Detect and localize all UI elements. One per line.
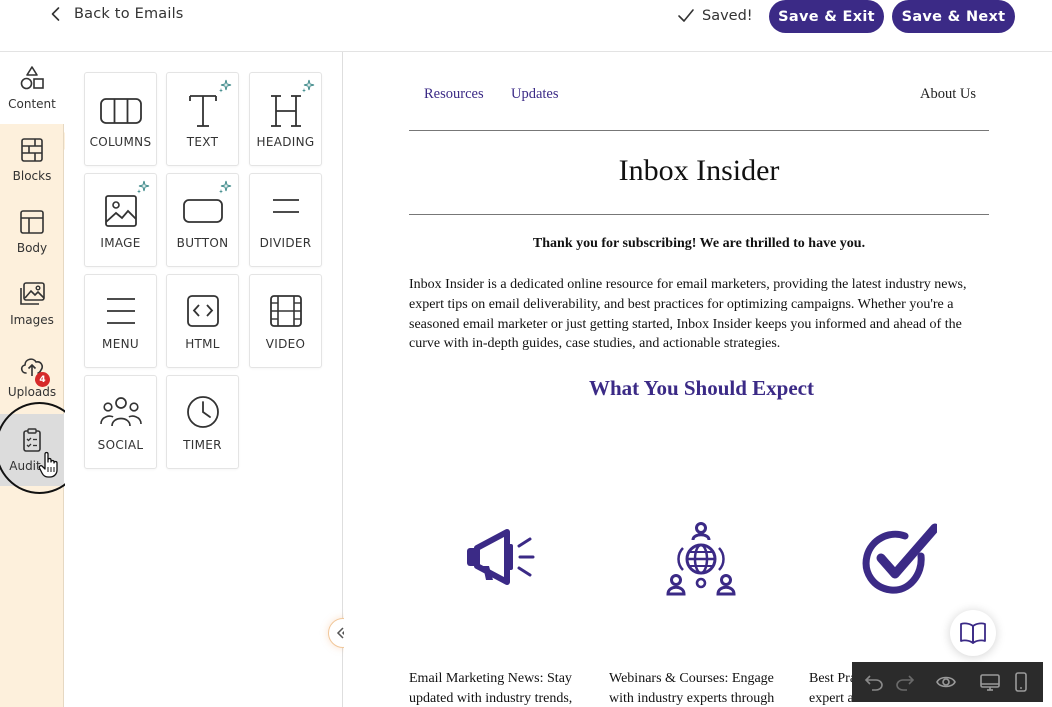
menu-icon (106, 298, 135, 324)
tool-divider[interactable]: DIVIDER (249, 173, 322, 267)
tool-timer[interactable]: TIMER (166, 375, 239, 469)
help-guide-button[interactable] (950, 610, 996, 656)
rail-label: Content (8, 97, 56, 111)
preview-eye-icon[interactable] (936, 672, 956, 692)
images-icon (20, 282, 45, 305)
tool-button[interactable]: BUTTON (166, 173, 239, 267)
tool-label: VIDEO (265, 337, 306, 351)
ai-sparkle-icon (219, 180, 232, 194)
chevron-left-icon (51, 7, 60, 21)
feature-line: updated with industry trends, (409, 690, 573, 706)
left-rail: Content Blocks Body Images Uploads Audit (0, 52, 73, 707)
back-to-emails-link[interactable]: Back to Emails (48, 6, 184, 22)
tool-label: DIVIDER (259, 236, 312, 250)
rail-label: Audit (9, 459, 41, 473)
email-nav-resources[interactable]: Resources (424, 86, 484, 103)
tool-label: SOCIAL (97, 438, 144, 452)
tool-label: IMAGE (100, 236, 141, 250)
email-nav-about[interactable]: About Us (920, 86, 976, 103)
email-canvas[interactable]: Resources Updates About Us Inbox Insider… (344, 52, 1052, 707)
intro-line: seasoned email marketer or just getting … (409, 316, 962, 332)
tool-label: MENU (102, 337, 139, 351)
email-divider-top (409, 130, 989, 131)
tool-heading[interactable]: HEADING (249, 72, 322, 166)
rail-item-content[interactable]: Content (0, 52, 64, 124)
tool-text[interactable]: TEXT (166, 72, 239, 166)
rail-label: Images (10, 313, 54, 327)
editor-toolbar (852, 662, 1043, 702)
audit-count-badge: 4 (35, 372, 50, 387)
tool-label: TIMER (183, 438, 222, 452)
tool-label: BUTTON (176, 236, 229, 250)
email-section-heading: What You Should Expect (588, 376, 815, 400)
video-icon (269, 295, 302, 327)
button-icon (182, 199, 223, 223)
mobile-icon[interactable] (1011, 672, 1031, 692)
rail-item-images[interactable]: Images (0, 268, 64, 340)
divider-icon (272, 199, 299, 213)
undo-icon[interactable] (864, 672, 884, 692)
rail-item-uploads[interactable]: Uploads (0, 340, 64, 412)
email-divider-bottom (409, 214, 989, 215)
text-icon (188, 95, 217, 127)
shapes-icon (20, 66, 44, 90)
layout-icon (20, 210, 44, 234)
tool-menu[interactable]: MENU (84, 274, 157, 368)
globe-network-icon (666, 522, 736, 596)
redo-icon[interactable] (895, 672, 915, 692)
rail-item-body[interactable]: Body (0, 196, 64, 268)
ai-sparkle-icon (219, 79, 232, 93)
feature-text-news: Email Marketing News: Stay updated with … (409, 669, 589, 707)
image-icon (104, 195, 137, 227)
intro-line: expert tips on email deliverability, and… (409, 296, 954, 312)
rail-label: Blocks (12, 169, 52, 183)
save-next-button[interactable]: Save & Next (892, 0, 1015, 33)
intro-line: curve with in-depth guides, case studies… (409, 336, 781, 352)
blocks-icon (21, 138, 43, 162)
tool-social[interactable]: SOCIAL (84, 375, 157, 469)
feature-line: Email Marketing News: Stay (409, 671, 572, 686)
email-title: Inbox Insider (618, 154, 780, 187)
ai-sparkle-icon (302, 79, 315, 93)
megaphone-icon (467, 529, 535, 585)
email-intro-paragraph: Inbox Insider is a dedicated online reso… (409, 275, 984, 354)
feature-line: with industry experts through (609, 690, 775, 706)
tool-video[interactable]: VIDEO (249, 274, 322, 368)
rail-label: Uploads (7, 385, 57, 399)
desktop-icon[interactable] (980, 672, 1000, 692)
email-nav-updates[interactable]: Updates (511, 86, 559, 103)
heading-icon (270, 95, 301, 127)
ai-sparkle-icon (137, 180, 150, 194)
feature-line: Webinars & Courses: Engage (609, 671, 774, 686)
tool-image[interactable]: IMAGE (84, 173, 157, 267)
checkmark-icon (862, 523, 937, 594)
tool-label: HTML (185, 337, 220, 351)
tool-label: COLUMNS (89, 135, 152, 149)
social-icon (99, 397, 142, 427)
back-label: Back to Emails (74, 6, 184, 22)
content-tools-panel: COLUMNS TEXT HEADING IMAGE BUTTON DIVIDE… (65, 52, 343, 707)
save-exit-button[interactable]: Save & Exit (769, 0, 884, 33)
rail-item-blocks[interactable]: Blocks (0, 124, 64, 196)
rail-label: Body (16, 241, 48, 255)
columns-icon (99, 98, 142, 124)
tool-label: TEXT (186, 135, 219, 149)
hand-cursor-icon (38, 451, 58, 478)
intro-line: Inbox Insider is a dedicated online reso… (409, 277, 967, 292)
saved-label: Saved! (702, 8, 753, 24)
check-icon (678, 9, 694, 22)
email-thanks-text: Thank you for subscribing! We are thrill… (532, 236, 866, 251)
top-bar: Back to Emails Saved! Save & Exit Save &… (0, 0, 1052, 52)
html-icon (186, 295, 219, 327)
saved-status: Saved! (676, 6, 753, 26)
timer-icon (186, 396, 219, 428)
tool-columns[interactable]: COLUMNS (84, 72, 157, 166)
open-book-icon (960, 622, 986, 644)
feature-text-webinars: Webinars & Courses: Engage with industry… (609, 669, 789, 707)
tool-label: HEADING (256, 135, 315, 149)
tool-html[interactable]: HTML (166, 274, 239, 368)
